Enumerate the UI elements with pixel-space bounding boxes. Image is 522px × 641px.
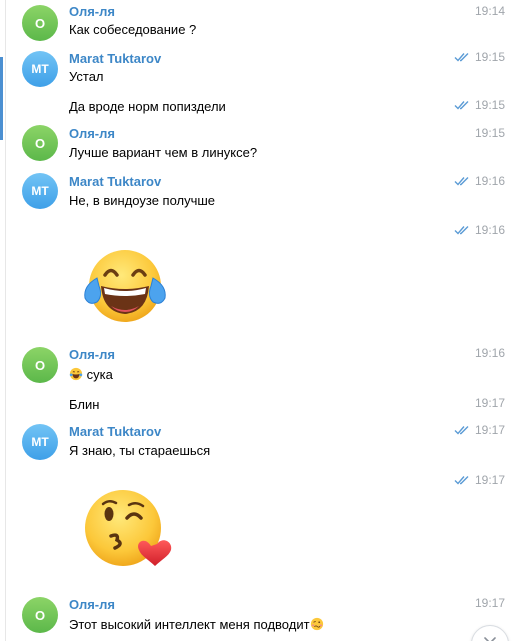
tears-of-joy-emoji[interactable] xyxy=(79,242,171,334)
message-text: Лучше вариант чем в линуксе? xyxy=(69,145,258,160)
sender-name[interactable]: Marat Tuktarov xyxy=(69,424,161,439)
chat-history[interactable]: О Оля-ля Как собеседование ? 19:14 MT Ma… xyxy=(0,0,522,641)
sticker-message[interactable]: 19:16 xyxy=(5,218,522,340)
sender-name[interactable]: Оля-ля xyxy=(69,597,115,612)
face-blowing-kiss-emoji[interactable] xyxy=(81,484,173,576)
message-time: 19:17 xyxy=(454,473,505,487)
avatar[interactable]: О xyxy=(22,597,58,633)
avatar[interactable]: MT xyxy=(22,51,58,87)
message[interactable]: О Оля-ля Как собеседование ? 19:14 xyxy=(5,0,522,48)
avatar[interactable]: О xyxy=(22,125,58,161)
tears-of-joy-emoji xyxy=(69,367,83,381)
message-text: Да вроде норм попиздели xyxy=(69,99,226,114)
message[interactable]: Да вроде норм попиздели 19:15 xyxy=(5,90,522,120)
avatar[interactable]: MT xyxy=(22,173,58,209)
message[interactable]: Блин 19:17 xyxy=(5,390,522,418)
message-text: Этот высокий интеллект меня подводит xyxy=(69,617,324,632)
chevron-down-icon xyxy=(484,637,496,641)
double-check-icon xyxy=(454,226,469,235)
selection-indicator xyxy=(0,57,3,140)
message[interactable]: MT Marat Tuktarov Устал 19:15 xyxy=(5,48,522,90)
message-text: сука xyxy=(69,367,113,382)
message-text: Не, в виндоузе получше xyxy=(69,193,216,208)
message[interactable]: О Оля-ля сука 19:16 xyxy=(5,340,522,390)
sender-name[interactable]: Оля-ля xyxy=(69,4,115,19)
avatar[interactable]: О xyxy=(22,5,58,41)
woozy-face-emoji xyxy=(310,617,323,631)
message-time: 19:17 xyxy=(454,423,505,437)
avatar[interactable]: MT xyxy=(22,424,58,460)
double-check-icon xyxy=(454,53,469,62)
message[interactable]: MT Marat Tuktarov Я знаю, ты стараешься … xyxy=(5,418,522,470)
sticker-message[interactable]: 19:17 xyxy=(5,468,522,590)
message-text: Я знаю, ты стараешься xyxy=(69,443,211,458)
message[interactable]: О Оля-ля Этот высокий интеллект меня под… xyxy=(5,590,522,641)
message-time: 19:16 xyxy=(454,174,505,188)
message-time: 19:17 xyxy=(474,596,505,610)
message[interactable]: MT Marat Tuktarov Не, в виндоузе получше… xyxy=(5,168,522,218)
message-time: 19:15 xyxy=(454,98,505,112)
avatar[interactable]: О xyxy=(22,347,58,383)
sender-name[interactable]: Marat Tuktarov xyxy=(69,51,161,66)
sender-name[interactable]: Оля-ля xyxy=(69,126,115,141)
message-time: 19:15 xyxy=(454,50,505,64)
message-time: 19:16 xyxy=(474,346,505,360)
message-time: 19:15 xyxy=(474,126,505,140)
double-check-icon xyxy=(454,101,469,110)
message[interactable]: О Оля-ля Лучше вариант чем в линуксе? 19… xyxy=(5,120,522,168)
message-time: 19:16 xyxy=(454,223,505,237)
double-check-icon xyxy=(454,476,469,485)
double-check-icon xyxy=(454,426,469,435)
message-text: Блин xyxy=(69,397,100,412)
double-check-icon xyxy=(454,177,469,186)
message-time: 19:17 xyxy=(474,396,505,410)
sender-name[interactable]: Оля-ля xyxy=(69,347,115,362)
message-text: Устал xyxy=(69,69,104,84)
message-time: 19:14 xyxy=(474,4,505,18)
sender-name[interactable]: Marat Tuktarov xyxy=(69,174,161,189)
message-text: Как собеседование ? xyxy=(69,22,197,37)
